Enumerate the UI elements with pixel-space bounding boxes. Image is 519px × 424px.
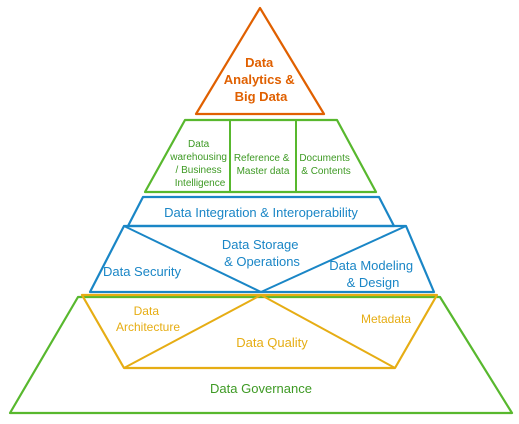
metadata-label: Metadata: [361, 312, 411, 326]
integration-layer: Data Integration & Interoperability: [126, 195, 396, 228]
storage-label: Data Storage & Operations: [222, 237, 302, 269]
storage-layer: Data Storage & Operations Data Security …: [88, 224, 436, 294]
warehousing-label: Data warehousing / Business Intelligence: [169, 139, 230, 189]
modeling-label: Data Modeling & Design: [329, 258, 416, 290]
governance-label: Data Governance: [210, 381, 312, 396]
quality-layer: Data Architecture Data Quality Metadata: [80, 293, 439, 370]
warehousing-layer: Data warehousing / Business Intelligence…: [143, 118, 378, 194]
quality-label: Data Quality: [236, 335, 308, 350]
quality-divider-right: [260, 294, 396, 369]
reference-label: Reference & Master data: [234, 153, 292, 177]
data-management-pyramid: Data Governance Data Architecture Data Q…: [8, 6, 514, 415]
documents-label: Documents & Contents: [299, 153, 352, 177]
integration-label: Data Integration & Interoperability: [164, 205, 358, 220]
governance-layer: Data Governance: [8, 295, 514, 415]
analytics-layer: Data Analytics & Big Data: [194, 6, 326, 116]
security-label: Data Security: [103, 264, 182, 279]
architecture-label: Data Architecture: [116, 304, 180, 334]
analytics-label: Data Analytics & Big Data: [224, 55, 298, 104]
